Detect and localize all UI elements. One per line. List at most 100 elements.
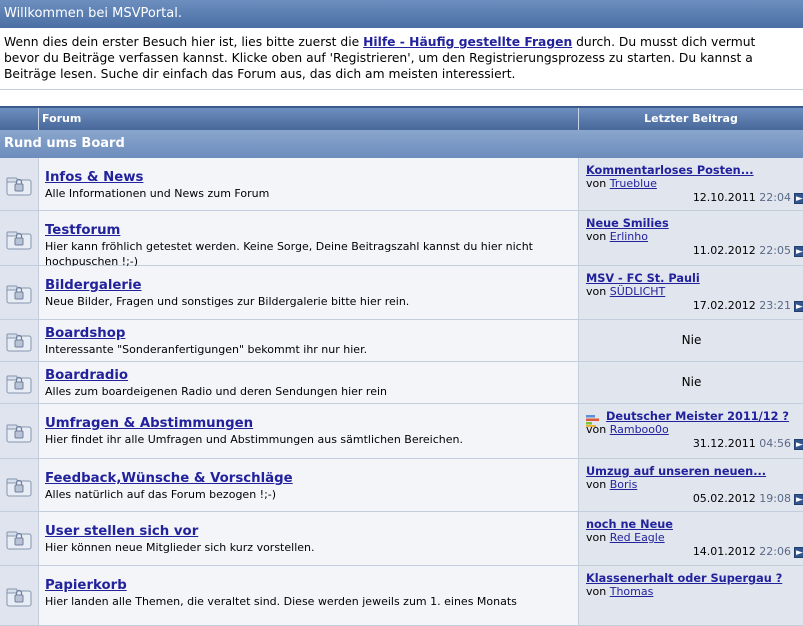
- last-post-datetime: 11.02.2012 22:05: [693, 244, 791, 257]
- welcome-text-1b: durch. Du musst dich vermut: [572, 35, 756, 49]
- forum-status-cell: [0, 459, 39, 511]
- last-post-cell: Kommentarloses Posten... von Trueblue 12.1…: [578, 158, 803, 210]
- last-post-title-link[interactable]: Umzug auf unseren neuen...: [586, 465, 766, 478]
- forum-title-link[interactable]: Boardradio: [45, 368, 128, 383]
- forum-row: Boardshop Interessante "Sonderanfertigung…: [0, 320, 803, 362]
- welcome-message: Wenn dies dein erster Besuch hier ist, l…: [0, 28, 803, 90]
- forum-info-cell: Papierkorb Hier landen alle Themen, die v…: [39, 566, 578, 625]
- forum-status-cell: [0, 158, 39, 210]
- by-label: von: [586, 531, 607, 544]
- last-post-cell: Umzug auf unseren neuen... von Boris 05.02…: [578, 459, 803, 511]
- folder-lock-icon: [6, 530, 32, 550]
- no-posts-text: Nie: [681, 333, 702, 347]
- forum-row: Feedback,Wünsche & Vorschläge Alles natür…: [0, 459, 803, 512]
- author-link[interactable]: Red Eagle: [610, 531, 665, 544]
- last-post-author: von Erlinho: [586, 230, 648, 243]
- by-label: von: [586, 478, 607, 491]
- last-post-title-link[interactable]: Klassenerhalt oder Supergau ?: [586, 572, 782, 585]
- faq-link[interactable]: Hilfe - Häufig gestellte Fragen: [363, 35, 572, 49]
- last-post-time: 22:04: [759, 191, 791, 204]
- folder-lock-icon: [6, 332, 32, 352]
- last-post-author: von Boris: [586, 478, 637, 491]
- forum-title-link[interactable]: Infos & News: [45, 170, 143, 185]
- forum-description: Hier können neue Mitglieder sich kurz vo…: [45, 541, 315, 554]
- last-post-cell: Nie: [578, 362, 803, 403]
- author-link[interactable]: Boris: [610, 478, 638, 491]
- forum-row: Boardradio Alles zum boardeigenen Radio u…: [0, 362, 803, 404]
- go-to-last-post-icon[interactable]: ►: [794, 547, 803, 558]
- last-post-datetime: 17.02.2012 23:21: [693, 299, 791, 312]
- folder-lock-icon: [6, 477, 32, 497]
- last-post-author: von SÜDLICHT: [586, 285, 665, 298]
- welcome-text-3: Beiträge lesen. Suche dir einfach das Fo…: [4, 67, 516, 81]
- forum-description: Alles zum boardeigenen Radio und deren S…: [45, 385, 387, 398]
- go-to-last-post-icon[interactable]: ►: [794, 494, 803, 505]
- by-label: von: [586, 423, 607, 436]
- go-to-last-post-icon[interactable]: ►: [794, 193, 803, 204]
- header-icon-column: [0, 108, 39, 130]
- forum-info-cell: Boardshop Interessante "Sonderanfertigung…: [39, 320, 578, 361]
- last-post-author: von Thomas: [586, 585, 653, 598]
- author-link[interactable]: Ramboo0o: [610, 423, 669, 436]
- last-post-datetime: 12.10.2011 22:04: [693, 191, 791, 204]
- no-posts-text: Nie: [681, 375, 702, 389]
- go-to-last-post-icon[interactable]: ►: [794, 301, 803, 312]
- last-post-time: 22:05: [759, 244, 791, 257]
- forum-description: Hier kann fröhlich getestet werden. Kein…: [45, 240, 533, 268]
- by-label: von: [586, 285, 607, 298]
- welcome-title: Willkommen bei MSVPortal.: [4, 6, 182, 21]
- forum-info-cell: Infos & News Alle Informationen und News …: [39, 158, 578, 210]
- last-post-date: 31.12.2011: [692, 437, 756, 450]
- header-last-post: Letzter Beitrag: [578, 108, 803, 130]
- forum-title-link[interactable]: Umfragen & Abstimmungen: [45, 416, 253, 431]
- forum-table-header: Forum Letzter Beitrag: [0, 108, 803, 130]
- author-link[interactable]: Thomas: [610, 585, 654, 598]
- last-post-cell: Neue Smilies von Erlinho 11.02.2012 22:05 ►: [578, 211, 803, 265]
- last-post-title-link[interactable]: Deutscher Meister 2011/12 ?: [606, 410, 789, 423]
- author-link[interactable]: SÜDLICHT: [610, 285, 666, 298]
- category-header[interactable]: Rund ums Board: [0, 130, 803, 158]
- forum-description: Alles natürlich auf das Forum bezogen !;…: [45, 488, 277, 501]
- forum-info-cell: Boardradio Alles zum boardeigenen Radio u…: [39, 362, 578, 403]
- last-post-time: 22:06: [759, 545, 791, 558]
- forum-info-cell: Bildergalerie Neue Bilder, Fragen und son…: [39, 266, 578, 319]
- forum-status-cell: [0, 512, 39, 565]
- forum-status-cell: [0, 362, 39, 403]
- go-to-last-post-icon[interactable]: ►: [794, 246, 803, 257]
- forum-title-link[interactable]: User stellen sich vor: [45, 524, 198, 539]
- header-forum: Forum: [42, 112, 82, 125]
- forum-title-link[interactable]: Feedback,Wünsche & Vorschläge: [45, 471, 293, 486]
- forum-info-cell: Umfragen & Abstimmungen Hier findet ihr a…: [39, 404, 578, 458]
- last-post-author: von Ramboo0o: [586, 423, 669, 436]
- welcome-header: Willkommen bei MSVPortal.: [0, 0, 803, 28]
- forum-row: Papierkorb Hier landen alle Themen, die v…: [0, 566, 803, 626]
- forum-title-link[interactable]: Papierkorb: [45, 578, 127, 593]
- forum-description: Hier findet ihr alle Umfragen und Abstim…: [45, 433, 463, 446]
- folder-lock-icon: [6, 423, 32, 443]
- last-post-title-link[interactable]: Neue Smilies: [586, 217, 669, 230]
- forum-description: Interessante "Sonderanfertigungen" bekom…: [45, 343, 368, 356]
- author-link[interactable]: Trueblue: [610, 177, 657, 190]
- last-post-datetime: 14.01.2012 22:06: [693, 545, 791, 558]
- last-post-title-link[interactable]: MSV - FC St. Pauli: [586, 272, 700, 285]
- last-post-title-link[interactable]: noch ne Neue: [586, 518, 673, 531]
- go-to-last-post-icon[interactable]: ►: [794, 439, 803, 450]
- last-post-title-link[interactable]: Kommentarloses Posten...: [586, 164, 754, 177]
- forum-title-link[interactable]: Boardshop: [45, 326, 125, 341]
- forum-info-cell: Feedback,Wünsche & Vorschläge Alles natür…: [39, 459, 578, 511]
- last-post-date: 17.02.2012: [692, 299, 756, 312]
- forum-row: User stellen sich vor Hier können neue Mi…: [0, 512, 803, 566]
- author-link[interactable]: Erlinho: [610, 230, 648, 243]
- forum-title-link[interactable]: Testforum: [45, 223, 120, 238]
- last-post-datetime: 05.02.2012 19:08: [693, 492, 791, 505]
- forum-title-link[interactable]: Bildergalerie: [45, 278, 142, 293]
- forum-row: Umfragen & Abstimmungen Hier findet ihr a…: [0, 404, 803, 459]
- last-post-cell: Nie: [578, 320, 803, 361]
- forum-description: Neue Bilder, Fragen und sonstiges zur Bi…: [45, 295, 410, 308]
- last-post-date: 05.02.2012: [692, 492, 756, 505]
- last-post-date: 12.10.2011: [692, 191, 756, 204]
- last-post-time: 19:08: [759, 492, 791, 505]
- by-label: von: [586, 177, 607, 190]
- last-post-author: von Trueblue: [586, 177, 657, 190]
- by-label: von: [586, 230, 607, 243]
